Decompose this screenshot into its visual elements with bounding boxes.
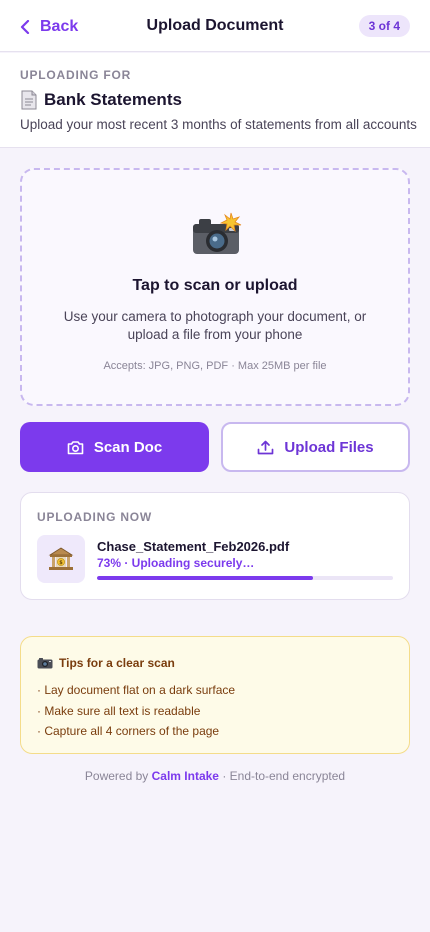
camera-flash-icon [193, 212, 242, 254]
file-name: Chase_Statement_Feb2026.pdf [97, 539, 290, 554]
step-badge: 3 of 4 [358, 15, 410, 37]
tip-item: · Make sure all text is readable [37, 703, 201, 718]
dropzone-description: Use your camera to photograph your docum… [63, 309, 367, 342]
upload-files-label: Upload Files [284, 438, 374, 456]
uploading-now-card: UPLOADING NOW $ Chase_Statement_Feb2026.… [20, 492, 410, 600]
scan-doc-label: Scan Doc [93, 438, 163, 456]
top-bar: Back Upload Document 3 of 4 [0, 0, 430, 52]
document-type-label: Bank Statements [44, 90, 182, 109]
upload-icon [258, 440, 274, 454]
brand-link[interactable]: Calm Intake [152, 769, 219, 783]
upload-dropzone[interactable]: Tap to scan or upload Use your camera to… [20, 168, 410, 406]
camera-icon [67, 440, 84, 454]
upload-status: 73% · Uploading securely… [97, 556, 255, 570]
tips-title: Tips for a clear scan [37, 656, 175, 670]
svg-text:$: $ [59, 560, 63, 566]
uploading-for-section: UPLOADING FOR Bank Statements Upload you… [0, 53, 430, 148]
upload-progress-bar [97, 576, 393, 580]
document-type-title: Bank Statements [20, 90, 182, 110]
bank-icon: $ [48, 547, 74, 570]
uploading-for-label: UPLOADING FOR [20, 68, 132, 82]
tips-title-label: Tips for a clear scan [59, 656, 175, 670]
footer-prefix: Powered by [84, 769, 149, 783]
document-instructions: Upload your most recent 3 months of stat… [20, 117, 417, 132]
upload-progress-fill [97, 576, 314, 580]
footer: Powered by Calm Intake · End-to-end encr… [0, 769, 430, 783]
document-icon [21, 90, 37, 110]
footer-suffix: · End-to-end encrypted [222, 769, 346, 783]
tips-list: · Lay document flat on a dark surface · … [37, 680, 235, 742]
dropzone-title: Tap to scan or upload [132, 277, 298, 294]
tip-item: · Lay document flat on a dark surface [37, 683, 236, 697]
scan-doc-button[interactable]: Scan Doc [20, 422, 209, 472]
file-thumbnail: $ [37, 535, 85, 583]
upload-files-button[interactable]: Upload Files [221, 422, 410, 472]
tip-item: · Capture all 4 corners of the page [37, 724, 220, 738]
camera-icon [37, 658, 53, 669]
tips-box: Tips for a clear scan · Lay document fla… [20, 636, 410, 754]
accepted-formats: Accepts: JPG, PNG, PDF · Max 25MB per fi… [103, 360, 327, 372]
uploading-now-label: UPLOADING NOW [37, 510, 153, 524]
